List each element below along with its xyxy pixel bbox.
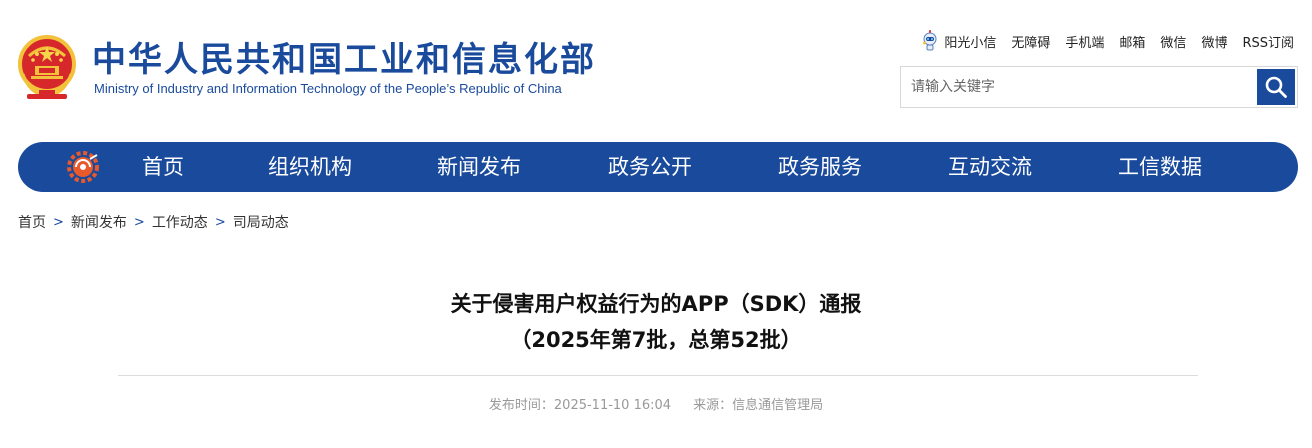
search-box [900,66,1298,108]
breadcrumb-home[interactable]: 首页 [18,212,46,232]
nav-item-news[interactable]: 新闻发布 [437,142,521,192]
breadcrumb-news[interactable]: 新闻发布 [71,212,127,232]
publish-time-label: 发布时间： [488,398,554,413]
main-nav: 首页 组织机构 新闻发布 政务公开 政务服务 互动交流 工信数据 [18,142,1298,192]
miit-gear-logo-icon[interactable] [66,150,100,184]
search-input[interactable] [901,67,1257,107]
search-icon [1265,76,1287,98]
chevron-right-icon: > [133,214,145,230]
link-accessibility[interactable]: 无障碍 [1011,32,1050,51]
source-label: 来源： [693,398,733,413]
breadcrumb-department-updates[interactable]: 司局动态 [233,212,289,232]
nav-item-organization[interactable]: 组织机构 [268,142,352,192]
nav-item-home[interactable]: 首页 [142,142,184,192]
link-mailbox[interactable]: 邮箱 [1119,32,1145,51]
national-emblem-icon[interactable] [15,34,79,102]
nav-item-government-affairs[interactable]: 政务公开 [608,142,692,192]
chevron-right-icon: > [53,214,64,230]
link-wechat[interactable]: 微信 [1160,32,1186,51]
title-divider [118,375,1198,376]
publish-time: 2025-11-10 16:04 [553,398,672,413]
site-title-english: Ministry of Industry and Information Tec… [94,81,562,96]
article-meta: 发布时间：2025-11-10 16:04 来源：信息通信管理局 [0,394,1312,413]
site-header: 中华人民共和国工业和信息化部 Ministry of Industry and … [0,0,1312,140]
breadcrumb: 首页 > 新闻发布 > 工作动态 > 司局动态 [18,211,289,233]
nav-item-interaction[interactable]: 互动交流 [948,142,1032,192]
article-title: 关于侵害用户权益行为的APP（SDK）通报 [450,292,862,316]
nav-item-government-services[interactable]: 政务服务 [778,142,862,192]
site-title[interactable]: 中华人民共和国工业和信息化部 [92,38,596,82]
nav-item-data[interactable]: 工信数据 [1118,142,1202,192]
link-mobile[interactable]: 手机端 [1065,32,1104,51]
breadcrumb-work-updates[interactable]: 工作动态 [152,212,208,232]
source-value: 信息通信管理局 [732,398,824,413]
robot-mascot-icon[interactable] [921,30,939,52]
article-subtitle: （2025年第7批，总第52批） [510,328,802,352]
chevron-right-icon: > [214,214,226,230]
search-button[interactable] [1257,69,1295,105]
link-weibo[interactable]: 微博 [1201,32,1227,51]
link-rss[interactable]: RSS订阅 [1242,32,1294,51]
link-sunshine-xiaoxin[interactable]: 阳光小信 [944,32,996,51]
top-links: 阳光小信 无障碍 手机端 邮箱 微信 微博 RSS订阅 [921,30,1294,52]
